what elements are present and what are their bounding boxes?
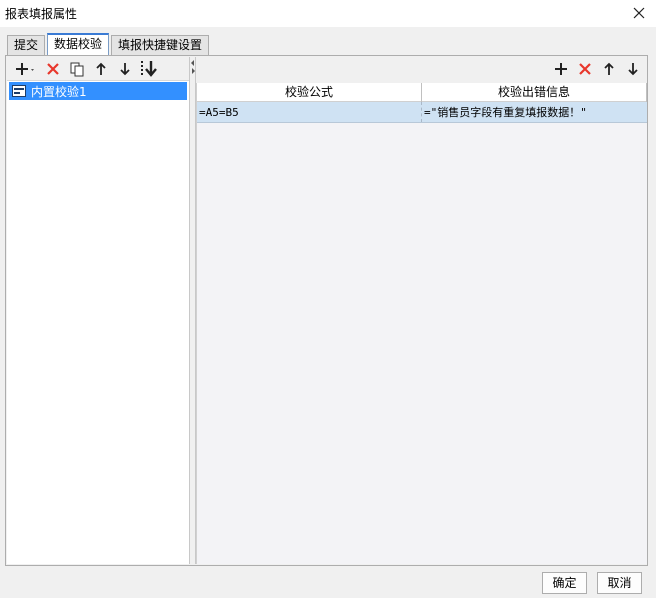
delete-icon [579,63,591,75]
move-up-icon [604,62,614,75]
tab-panel: 内置校验1 校验公式 校验出错信息 =A5=B5 ="销售员字段有重复填报数据！… [5,55,648,566]
delete-icon [47,62,59,75]
tree-item-builtin-validation[interactable]: 内置校验1 [9,82,187,100]
column-header-formula[interactable]: 校验公式 [197,83,422,102]
dialog-body: 提交 数据校验 填报快捷键设置 内置校验1 校验公式 校验出错信息 =A5=B5… [0,27,656,598]
formula-cell[interactable]: =A5=B5 [197,102,422,122]
tab-submit[interactable]: 提交 [7,35,46,55]
column-header-error-message[interactable]: 校验出错信息 [422,83,647,102]
formula-move-down-button[interactable] [621,58,645,80]
formula-pane: 校验公式 校验出错信息 =A5=B5 ="销售员字段有重复填报数据！" [196,57,647,564]
move-bottom-icon [141,60,157,77]
move-down-icon [628,63,638,76]
formula-move-up-button[interactable] [597,58,621,80]
left-toolbar [7,57,189,81]
window-title: 报表填报属性 [5,7,78,21]
ok-button[interactable]: 确定 [542,572,587,594]
tab-data-validation[interactable]: 数据校验 [47,33,110,55]
delete-button[interactable] [41,58,65,80]
tree-item-label: 内置校验1 [31,84,87,99]
title-bar: 报表填报属性 [0,0,656,27]
move-down-button[interactable] [113,58,137,80]
move-bottom-button[interactable] [137,58,161,80]
tab-strip: 提交 数据校验 填报快捷键设置 [7,33,211,55]
table-header: 校验公式 校验出错信息 [197,83,647,102]
cancel-button[interactable]: 取消 [597,572,642,594]
close-icon [633,7,645,19]
move-up-button[interactable] [89,58,113,80]
error-message-cell[interactable]: ="销售员字段有重复填报数据！" [422,102,647,122]
validation-list-pane: 内置校验1 [7,57,190,564]
right-toolbar [196,57,647,81]
builtin-check-icon [12,85,26,97]
copy-button[interactable] [65,58,89,80]
tab-shortcut-settings[interactable]: 填报快捷键设置 [111,35,210,55]
add-formula-button[interactable] [549,58,573,80]
formula-table: 校验公式 校验出错信息 =A5=B5 ="销售员字段有重复填报数据！" [196,83,647,564]
move-up-icon [96,62,106,75]
delete-formula-button[interactable] [573,58,597,80]
validation-tree: 内置校验1 [7,81,189,101]
copy-icon [70,62,84,76]
move-down-icon [120,62,130,75]
add-icon [555,63,567,75]
table-row[interactable]: =A5=B5 ="销售员字段有重复填报数据！" [197,102,647,123]
add-dropdown-button[interactable] [13,58,41,80]
close-button[interactable] [628,2,650,24]
add-dropdown-icon [16,62,34,75]
